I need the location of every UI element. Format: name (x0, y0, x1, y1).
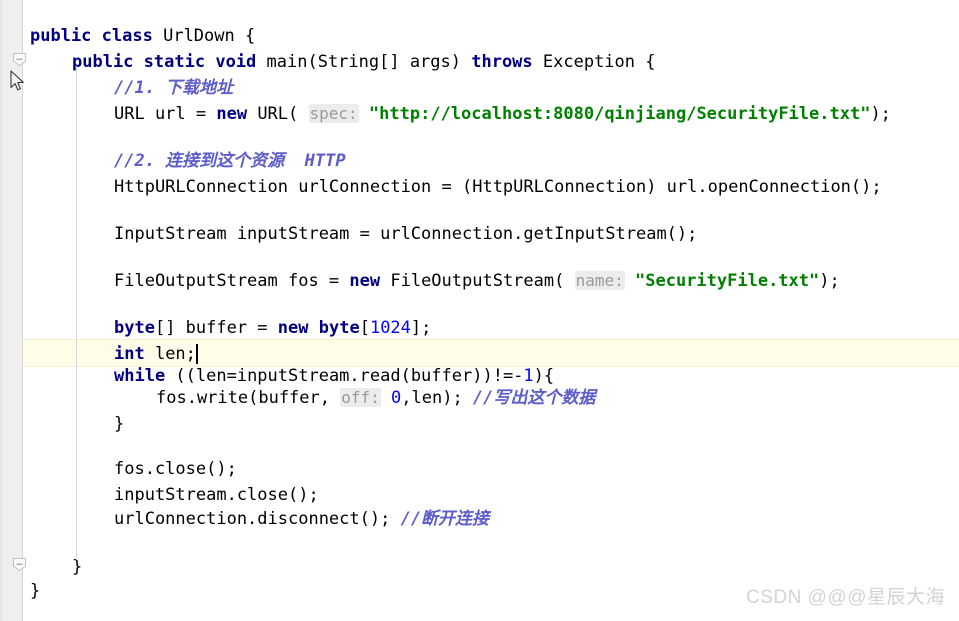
code-text-surface[interactable]: public class UrlDown {public static void… (0, 0, 959, 621)
code-line[interactable]: //1. 下载地址 (114, 75, 233, 101)
code-token-plain: Exception { (532, 52, 656, 72)
code-line[interactable]: } (72, 554, 82, 580)
code-token-hint: spec: (308, 104, 359, 123)
code-token-plain: ((len=inputStream.read(buffer))!=- (165, 366, 524, 386)
code-token-kw: new (349, 271, 381, 291)
code-token-plain: [ (359, 318, 370, 338)
code-token-kw: void (215, 52, 257, 72)
code-token-plain: ){ (533, 366, 555, 386)
code-line[interactable]: public static void main(String[] args) t… (72, 49, 655, 75)
code-token-plain: ]; (410, 318, 432, 338)
code-token-plain: FileOutputStream( (380, 271, 575, 291)
code-token-num: 1 (523, 366, 534, 386)
code-line[interactable]: } (30, 578, 40, 604)
code-line[interactable]: inputStream.close(); (114, 482, 319, 508)
text-caret (195, 344, 198, 364)
code-token-hint: name: (574, 271, 625, 290)
code-token-plain: HttpURLConnection urlConnection = (HttpU… (114, 177, 882, 197)
code-line[interactable]: } (114, 411, 124, 437)
code-token-cmt: //2. 连接到这个资源 HTTP (114, 151, 346, 171)
code-token-str: "SecurityFile.txt" (635, 271, 820, 291)
code-line[interactable]: fos.write(buffer, off: 0,len); //写出这个数据 (156, 385, 595, 411)
code-token-cmt: //断开连接 (400, 509, 490, 529)
code-token-plain: len; (144, 344, 196, 364)
code-token-plain: inputStream.close(); (114, 485, 319, 505)
code-token-plain: } (72, 557, 83, 577)
code-token-hint: off: (340, 388, 381, 407)
code-line[interactable]: byte[] buffer = new byte[1024]; (114, 315, 431, 341)
code-token-plain: InputStream inputStream = urlConnection.… (114, 224, 698, 244)
code-token-plain: UrlDown { (152, 26, 256, 46)
code-line[interactable]: fos.close(); (114, 456, 237, 482)
code-line[interactable]: URL url = new URL( spec: "http://localho… (114, 101, 891, 127)
code-token-plain: [] buffer = (154, 318, 278, 338)
code-token-plain: main(String[] args) (256, 52, 472, 72)
code-token-plain: fos.close(); (114, 459, 237, 479)
code-token-plain: URL url = (114, 104, 217, 124)
code-token-kw: class (101, 26, 153, 46)
code-token-plain: FileOutputStream fos = (114, 271, 350, 291)
editor-gutter[interactable] (0, 0, 23, 621)
code-line[interactable]: FileOutputStream fos = new FileOutputStr… (114, 268, 840, 294)
code-token-plain: ); (870, 104, 891, 124)
code-token-num: 0 (391, 388, 402, 408)
code-token-plain: } (30, 581, 41, 601)
code-token-kw: public (72, 52, 134, 72)
code-token-kw: throws (471, 52, 533, 72)
code-token-kw: byte (114, 318, 155, 338)
gutter-outer-edge (0, 0, 2, 621)
code-token-plain: urlConnection.disconnect(); (114, 509, 401, 529)
code-token-kw: static (143, 52, 206, 72)
code-line[interactable]: //2. 连接到这个资源 HTTP (114, 148, 346, 174)
code-token-num: 1024 (369, 318, 411, 338)
code-line[interactable]: HttpURLConnection urlConnection = (HttpU… (114, 174, 882, 200)
code-token-cmt: //1. 下载地址 (114, 78, 234, 98)
code-token-kw: int (114, 344, 145, 364)
code-token-kw: byte (318, 318, 360, 338)
code-token-plain: } (114, 414, 125, 434)
code-line[interactable]: public class UrlDown { (30, 23, 255, 49)
code-token-kw: public (30, 26, 92, 46)
code-token-plain: URL( (247, 104, 309, 124)
code-token-str: "http://localhost:8080/qinjiang/Security… (368, 104, 871, 124)
indent-guide (76, 66, 77, 560)
code-token-cmt: //写出这个数据 (472, 388, 596, 408)
code-editor[interactable]: public class UrlDown {public static void… (0, 0, 959, 621)
code-token-kw: new (216, 104, 248, 124)
code-token-plain: ,len); (401, 388, 473, 408)
fold-collapse-method-end-icon[interactable] (12, 557, 27, 572)
code-token-kw: new (277, 318, 309, 338)
code-token-kw: while (114, 366, 166, 386)
code-line[interactable]: urlConnection.disconnect(); //断开连接 (114, 506, 489, 532)
code-line[interactable]: InputStream inputStream = urlConnection.… (114, 221, 697, 247)
code-token-plain: ); (819, 271, 840, 291)
code-token-plain: fos.write(buffer, (156, 388, 341, 408)
fold-collapse-class-icon[interactable] (12, 52, 27, 67)
csdn-watermark: CSDN @@@星辰大海 (746, 587, 945, 608)
